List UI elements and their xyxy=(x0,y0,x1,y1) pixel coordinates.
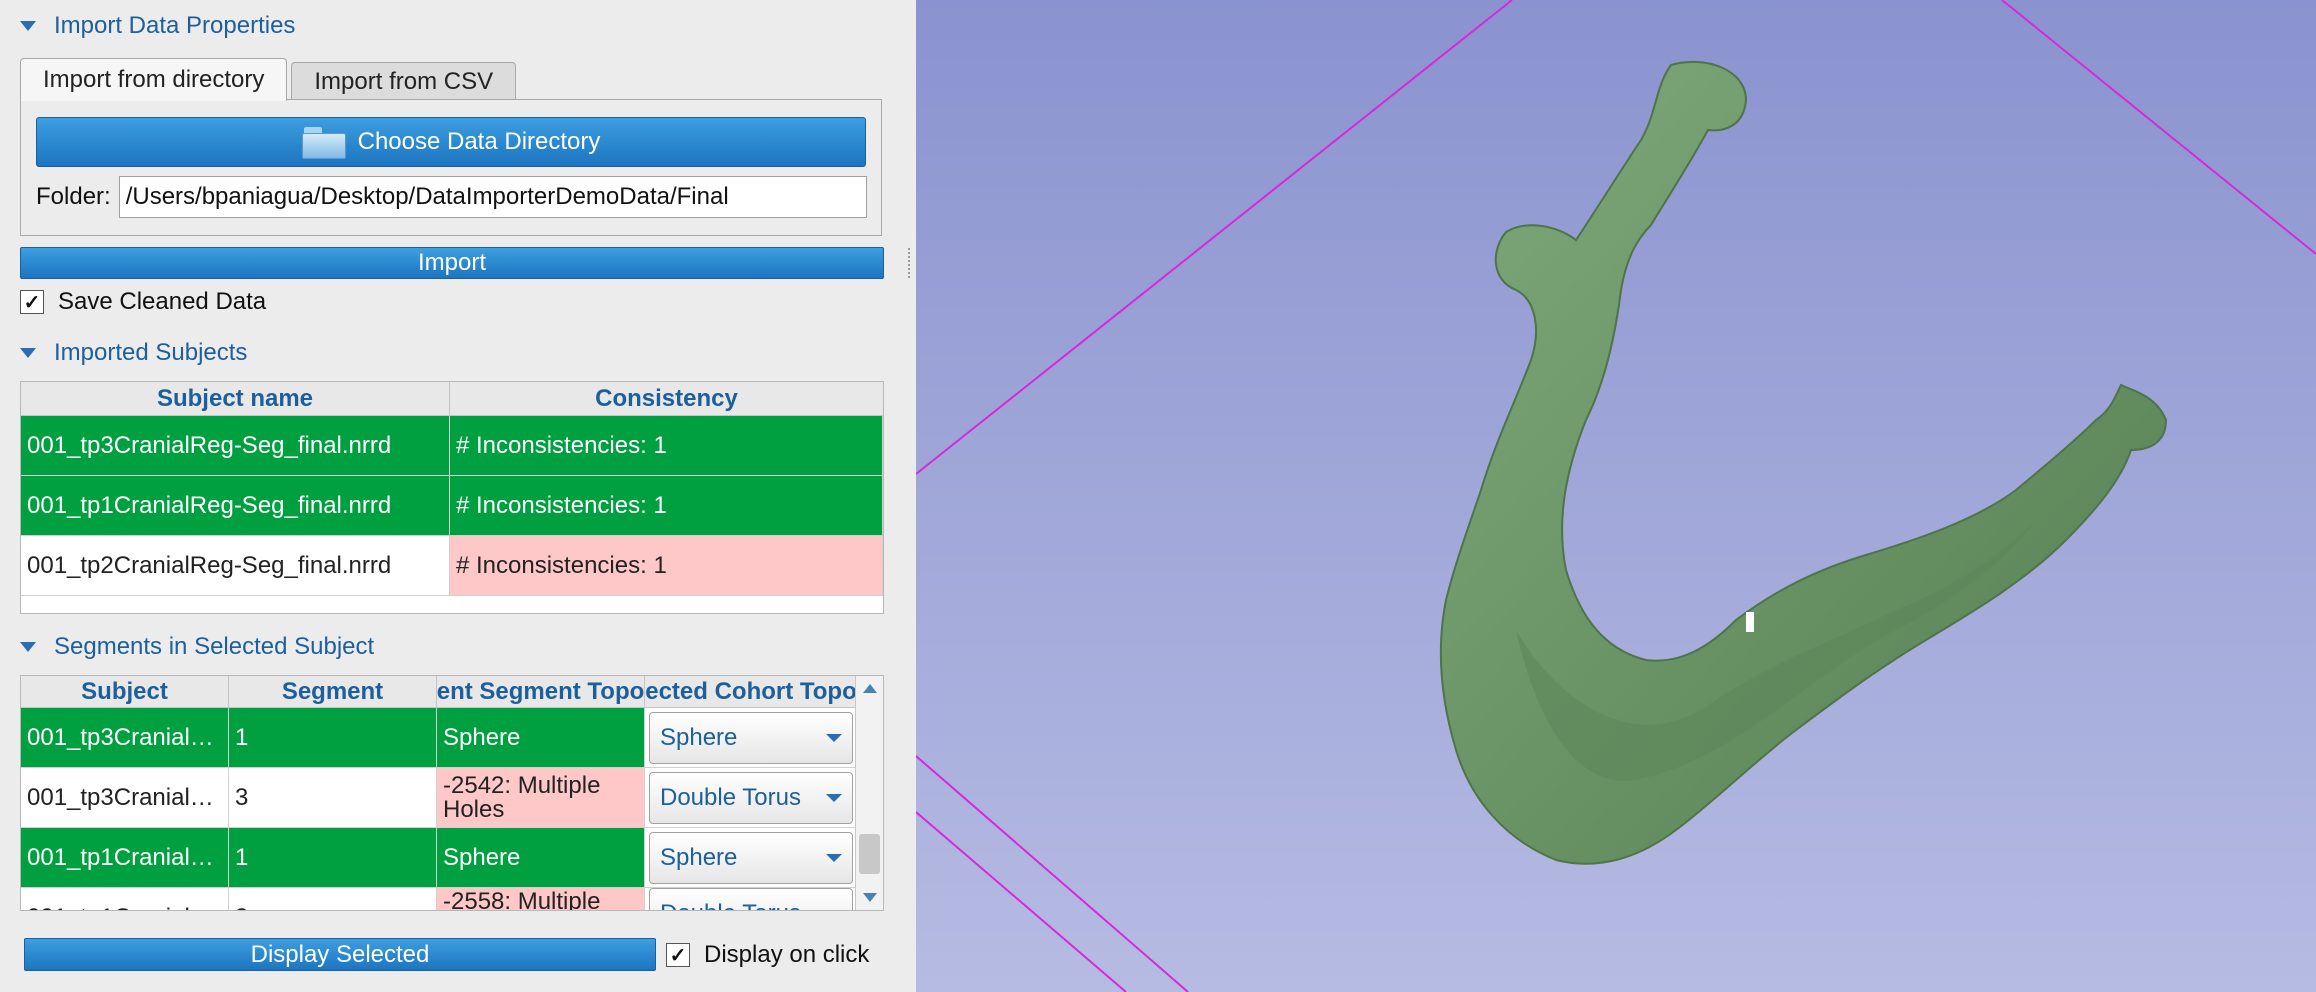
segment-topology-cell[interactable]: Sphere xyxy=(437,828,645,887)
chevron-down-icon xyxy=(826,733,842,742)
mandible-3d-model[interactable] xyxy=(1439,60,2168,865)
cohort-topology-cell: Double Torus xyxy=(645,888,857,911)
collapse-triangle-icon xyxy=(20,348,36,358)
imported-subjects-header[interactable]: Imported Subjects xyxy=(20,337,247,369)
segment-id-cell[interactable]: 1 xyxy=(229,708,437,767)
column-header-subject[interactable]: Subject xyxy=(21,676,229,707)
column-header-subject-name[interactable]: Subject name xyxy=(21,382,450,415)
folder-label: Folder: xyxy=(36,183,111,210)
cohort-topology-cell: Sphere xyxy=(645,708,857,767)
display-on-click-checkbox[interactable]: ✓ xyxy=(666,943,690,967)
combo-value: Double Torus xyxy=(660,783,801,811)
cohort-topology-cell: Double Torus xyxy=(645,768,857,827)
table-row[interactable]: 001_tp1Cranial… 3 -2558: Multiple Double… xyxy=(21,888,857,911)
table-row[interactable]: 001_tp3CranialReg-Seg_final.nrrd # Incon… xyxy=(21,416,883,476)
collapse-triangle-icon xyxy=(20,21,36,31)
import-section-header[interactable]: Import Data Properties xyxy=(20,10,295,42)
choose-data-directory-label: Choose Data Directory xyxy=(357,128,601,155)
imported-subjects-title: Imported Subjects xyxy=(54,339,248,366)
column-header-expected-cohort-topology[interactable]: ected Cohort Topo xyxy=(645,676,857,707)
segment-subject-cell[interactable]: 001_tp1Cranial… xyxy=(21,828,229,887)
chevron-down-icon xyxy=(826,793,842,802)
module-panel: Import Data Properties Import from direc… xyxy=(0,0,916,992)
combo-value: Double Torus xyxy=(660,900,801,910)
segments-table: Subject Segment ent Segment Topo ected C… xyxy=(20,675,884,911)
column-header-segment[interactable]: Segment xyxy=(229,676,437,707)
segments-section-header[interactable]: Segments in Selected Subject xyxy=(20,631,374,663)
save-cleaned-data-row[interactable]: ✓ Save Cleaned Data xyxy=(20,288,266,316)
collapse-triangle-icon xyxy=(20,642,36,652)
table-row[interactable]: 001_tp3Cranial… 1 Sphere Sphere xyxy=(21,708,857,768)
table-header: Subject Segment ent Segment Topo ected C… xyxy=(21,676,857,708)
tab-import-from-csv[interactable]: Import from CSV xyxy=(291,62,517,100)
combo-value: Sphere xyxy=(660,843,738,871)
consistency-cell[interactable]: # Inconsistencies: 1 xyxy=(450,416,883,475)
segment-id-cell[interactable]: 1 xyxy=(229,828,437,887)
scrollbar-thumb[interactable] xyxy=(859,834,880,874)
segment-topology-cell[interactable]: Sphere xyxy=(437,708,645,767)
folder-row: Folder: xyxy=(36,176,867,218)
table-row[interactable]: 001_tp2CranialReg-Seg_final.nrrd # Incon… xyxy=(21,536,883,596)
table-row[interactable]: 001_tp3Cranial… 3 -2542: Multiple Holes … xyxy=(21,768,857,828)
segment-id-cell[interactable]: 3 xyxy=(229,768,437,827)
import-section-title: Import Data Properties xyxy=(54,12,296,39)
segment-subject-cell[interactable]: 001_tp3Cranial… xyxy=(21,708,229,767)
segment-subject-cell[interactable]: 001_tp1Cranial… xyxy=(21,888,229,910)
cohort-topology-combobox[interactable]: Sphere xyxy=(649,831,853,884)
display-on-click-row[interactable]: ✓ Display on click xyxy=(666,941,869,969)
cohort-topology-cell: Sphere xyxy=(645,828,857,887)
subject-name-cell[interactable]: 001_tp2CranialReg-Seg_final.nrrd xyxy=(21,536,450,595)
combo-value: Sphere xyxy=(660,723,738,751)
cohort-topology-combobox[interactable]: Double Torus xyxy=(649,888,853,911)
scroll-down-arrow-icon[interactable] xyxy=(863,893,877,902)
panel-splitter-handle[interactable] xyxy=(908,248,912,278)
scroll-up-arrow-icon[interactable] xyxy=(863,684,877,693)
consistency-cell[interactable]: # Inconsistencies: 1 xyxy=(450,476,883,535)
table-row[interactable]: 001_tp1Cranial… 1 Sphere Sphere xyxy=(21,828,857,888)
display-selected-label: Display Selected xyxy=(250,940,430,968)
tab-import-from-directory[interactable]: Import from directory xyxy=(20,58,288,101)
display-selected-button[interactable]: Display Selected xyxy=(24,938,656,971)
cohort-topology-combobox[interactable]: Sphere xyxy=(649,711,853,764)
3d-view[interactable] xyxy=(916,0,2316,992)
column-header-consistency[interactable]: Consistency xyxy=(450,382,883,415)
import-button[interactable]: Import xyxy=(20,247,884,279)
import-tabs: Import from directory Import from CSV xyxy=(20,58,520,101)
chevron-down-icon xyxy=(826,853,842,862)
chevron-down-icon xyxy=(826,910,842,911)
display-on-click-label: Display on click xyxy=(704,941,870,968)
subject-name-cell[interactable]: 001_tp3CranialReg-Seg_final.nrrd xyxy=(21,416,450,475)
folder-icon xyxy=(301,125,346,159)
imported-subjects-table: Subject name Consistency 001_tp3CranialR… xyxy=(20,381,884,614)
save-cleaned-data-label: Save Cleaned Data xyxy=(58,288,267,315)
segments-section-title: Segments in Selected Subject xyxy=(54,633,375,660)
segment-topology-cell[interactable]: -2558: Multiple xyxy=(437,888,645,910)
import-label: Import xyxy=(417,249,486,276)
consistency-cell[interactable]: # Inconsistencies: 1 xyxy=(450,536,883,595)
segment-topology-cell[interactable]: -2542: Multiple Holes xyxy=(437,768,645,827)
view-marker xyxy=(1746,612,1754,632)
cohort-topology-combobox[interactable]: Double Torus xyxy=(649,771,853,824)
subject-name-cell[interactable]: 001_tp1CranialReg-Seg_final.nrrd xyxy=(21,476,450,535)
table-header: Subject name Consistency xyxy=(21,382,883,416)
3d-render-canvas[interactable] xyxy=(916,0,2316,992)
choose-data-directory-button[interactable]: Choose Data Directory xyxy=(36,117,866,167)
segment-subject-cell[interactable]: 001_tp3Cranial… xyxy=(21,768,229,827)
column-header-current-segment-topology[interactable]: ent Segment Topo xyxy=(437,676,645,707)
save-cleaned-data-checkbox[interactable]: ✓ xyxy=(20,290,44,314)
table-row[interactable]: 001_tp1CranialReg-Seg_final.nrrd # Incon… xyxy=(21,476,883,536)
folder-path-input[interactable] xyxy=(118,176,867,218)
segments-vertical-scrollbar[interactable] xyxy=(855,676,883,910)
segment-id-cell[interactable]: 3 xyxy=(229,888,437,910)
